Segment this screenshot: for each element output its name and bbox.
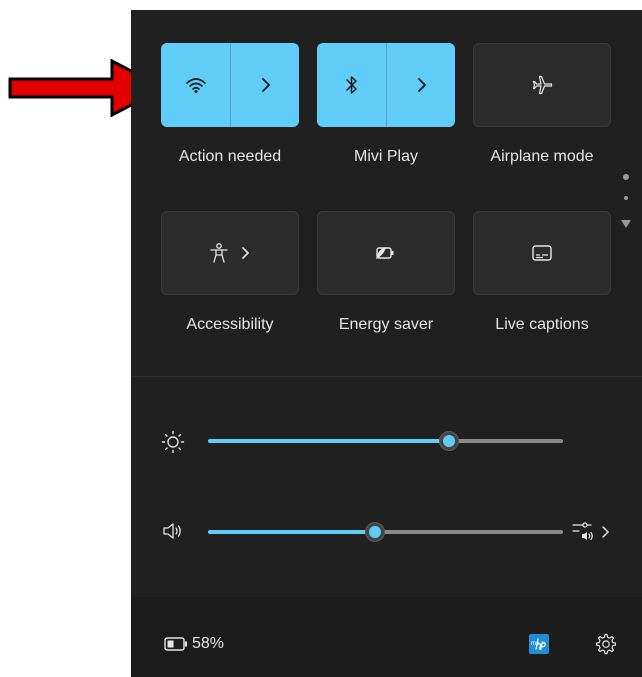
battery-status[interactable]: 58% <box>164 635 224 653</box>
chevron-right-icon <box>242 247 250 259</box>
tile-label-accessibility: Accessibility <box>186 316 274 333</box>
airplane-mode-tile[interactable] <box>473 43 611 127</box>
bluetooth-icon <box>345 76 357 94</box>
speaker-icon[interactable] <box>161 521 185 541</box>
chevron-right-icon <box>417 78 426 92</box>
live-captions-tile[interactable] <box>473 211 611 295</box>
audio-output-button[interactable] <box>571 518 615 546</box>
tile-label-energy-saver: Energy saver <box>338 316 434 333</box>
page-dot-1[interactable] <box>623 174 629 180</box>
page-dot-2[interactable] <box>624 196 628 200</box>
live-captions-icon <box>532 245 552 261</box>
brightness-icon <box>161 430 185 454</box>
myhp-app-icon[interactable]: my <box>529 634 549 654</box>
wifi-tile <box>161 43 299 127</box>
tile-label-airplane-mode: Airplane mode <box>490 148 594 165</box>
hp-logo-icon <box>535 638 546 650</box>
battery-icon <box>164 637 187 651</box>
brightness-slider-fill <box>208 439 449 443</box>
wifi-icon <box>185 78 206 93</box>
tile-label-bluetooth: Mivi Play <box>353 148 418 165</box>
section-divider <box>131 376 642 377</box>
chevron-right-icon <box>602 526 610 538</box>
wifi-expand-button[interactable] <box>230 43 300 127</box>
energy-saver-icon <box>376 247 394 259</box>
volume-slider[interactable] <box>208 522 563 542</box>
audio-output-icon <box>572 522 593 541</box>
gear-icon[interactable] <box>594 633 616 655</box>
bluetooth-toggle-button[interactable] <box>317 43 386 127</box>
triangle-down-icon[interactable] <box>621 220 631 228</box>
brightness-slider-thumb[interactable] <box>439 431 459 451</box>
airplane-icon <box>532 75 553 95</box>
chevron-right-icon <box>261 78 270 92</box>
bottom-bar: 58% my <box>131 597 642 677</box>
volume-slider-thumb[interactable] <box>365 522 385 542</box>
tile-label-wifi: Action needed <box>178 148 282 165</box>
energy-saver-tile[interactable] <box>317 211 455 295</box>
tile-label-live-captions: Live captions <box>495 316 589 333</box>
quick-settings-panel: Action needed Mivi Play Airplane mode Ac… <box>131 10 642 677</box>
accessibility-icon <box>210 243 228 263</box>
bluetooth-tile <box>317 43 455 127</box>
brightness-slider[interactable] <box>208 431 563 451</box>
wifi-toggle-button[interactable] <box>161 43 230 127</box>
accessibility-tile[interactable] <box>161 211 299 295</box>
battery-percent: 58% <box>192 635 225 652</box>
volume-slider-fill <box>208 530 375 534</box>
bluetooth-expand-button[interactable] <box>386 43 456 127</box>
